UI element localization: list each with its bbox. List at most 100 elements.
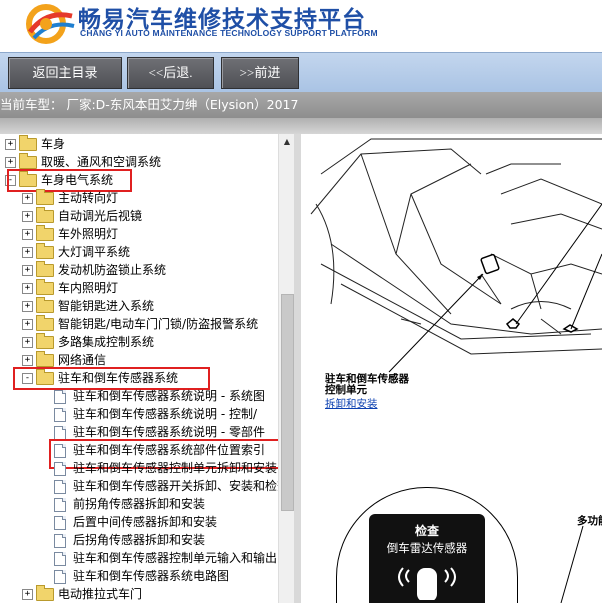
car-sensor-icon [398, 567, 456, 600]
tree-folder-item[interactable]: + 智能钥匙进入系统 [22, 297, 154, 315]
app-subtitle: CHANG YI AUTO MAINTENANCE TECHNOLOGY SUP… [80, 28, 378, 38]
expand-icon[interactable]: + [5, 157, 16, 168]
tree-item-label: 驻车和倒车传感器控制单元输入和输出 [73, 551, 278, 565]
control-unit-label: 驻车和倒车传感器 控制单元 [325, 374, 409, 396]
expand-icon[interactable]: + [22, 283, 33, 294]
tree-doc-item[interactable]: 后拐角传感器拆卸和安装 [54, 531, 205, 549]
expand-icon[interactable]: + [22, 337, 33, 348]
component-location-diagram: 驻车和倒车传感器 控制单元 拆卸和安装 多功能 检查 倒车雷达传感器 [301, 134, 602, 603]
expand-icon[interactable]: + [5, 139, 16, 150]
document-icon [54, 497, 66, 512]
tree-item-label: 车外照明灯 [58, 227, 119, 241]
tree-doc-item[interactable]: 驻车和倒车传感器控制单元输入和输出 [54, 549, 277, 567]
document-icon [54, 407, 66, 422]
tree-doc-item[interactable]: 驻车和倒车传感器系统说明 - 系统图 [54, 387, 265, 405]
folder-icon [36, 585, 54, 601]
tree-folder-item[interactable]: + 车外照明灯 [22, 225, 118, 243]
tree-folder-item[interactable]: + 自动调光后视镜 [22, 207, 142, 225]
document-icon [54, 551, 66, 566]
tree-folder-item[interactable]: + 大灯调平系统 [22, 243, 130, 261]
home-button[interactable]: 返回主目录 [8, 57, 122, 89]
tree-item-label: 后拐角传感器拆卸和安装 [73, 533, 206, 547]
tree-folder-item[interactable]: + 多路集成控制系统 [22, 333, 154, 351]
expand-icon[interactable]: + [22, 319, 33, 330]
expand-icon[interactable]: + [22, 265, 33, 276]
tree-folder-item[interactable]: + 车身 [5, 135, 65, 153]
forward-button[interactable]: >>前进 [221, 57, 299, 89]
tree-item-label: 发动机防盗锁止系统 [58, 263, 167, 277]
folder-icon [36, 279, 54, 295]
tree-scrollbar[interactable]: ▲ [278, 134, 295, 603]
tree-item-label: 主动转向灯 [58, 191, 119, 205]
tree-item-label: 驻车和倒车传感器控制单元拆卸和安装 [73, 461, 278, 475]
folder-icon [19, 135, 37, 151]
warning-title: 检查 [414, 524, 439, 538]
tree-item-label: 多路集成控制系统 [58, 335, 155, 349]
removal-installation-link[interactable]: 拆卸和安装 [325, 396, 378, 411]
folder-icon [36, 351, 54, 367]
warning-text: 倒车雷达传感器 [386, 541, 468, 555]
tree-item-label: 大灯调平系统 [58, 245, 131, 259]
panel-splitter[interactable] [294, 134, 301, 603]
expand-icon[interactable]: + [22, 193, 33, 204]
app-header: 畅易汽车维修技术支持平台 CHANG YI AUTO MAINTENANCE T… [0, 0, 602, 52]
tree-folder-item[interactable]: + 主动转向灯 [22, 189, 118, 207]
tree-item-label: 前拐角传感器拆卸和安装 [73, 497, 206, 511]
document-icon [54, 533, 66, 548]
multi-function-label: 多功能 [577, 515, 602, 527]
tree-item-label: 驻车和倒车传感器系统电路图 [73, 569, 230, 583]
tree-item-label: 自动调光后视镜 [58, 209, 143, 223]
expand-icon[interactable]: + [22, 211, 33, 222]
divider-strip [0, 118, 602, 134]
document-icon [54, 425, 66, 440]
folder-icon [36, 189, 54, 205]
tree-doc-item[interactable]: 驻车和倒车传感器系统电路图 [54, 567, 229, 585]
tree-item-label: 驻车和倒车传感器系统说明 - 系统图 [73, 389, 265, 403]
folder-icon [36, 225, 54, 241]
expand-icon[interactable]: + [22, 229, 33, 240]
control-unit-label-line2: 控制单元 [325, 384, 367, 396]
document-icon [54, 389, 66, 404]
tree-folder-item[interactable]: + 发动机防盗锁止系统 [22, 261, 166, 279]
tree-item-label: 驻车和倒车传感器开关拆卸、安装和检查 [73, 479, 278, 493]
expand-icon[interactable]: + [22, 355, 33, 366]
folder-icon [36, 207, 54, 223]
tree-item-label: 驻车和倒车传感器系统说明 - 零部件 [73, 425, 265, 439]
tree-item-label: 智能钥匙/电动车门门锁/防盗报警系统 [58, 317, 259, 331]
tree-item-label: 车内照明灯 [58, 281, 119, 295]
scroll-thumb[interactable] [281, 294, 294, 511]
tree-folder-item[interactable]: + 智能钥匙/电动车门门锁/防盗报警系统 [22, 315, 258, 333]
tree-doc-item[interactable]: 后置中间传感器拆卸和安装 [54, 513, 217, 531]
tree-item-label: 电动推拉式车门 [58, 587, 143, 601]
toolbar: 返回主目录 <<后退. >>前进 [0, 52, 602, 93]
folder-icon [19, 153, 37, 169]
folder-icon [36, 315, 54, 331]
tree-doc-item[interactable]: 驻车和倒车传感器系统说明 - 控制/ [54, 405, 257, 423]
document-icon [54, 461, 66, 476]
folder-icon [36, 297, 54, 313]
folder-icon [36, 333, 54, 349]
tree-doc-item[interactable]: 驻车和倒车传感器开关拆卸、安装和检查 [54, 477, 278, 495]
warning-display: 检查 倒车雷达传感器 [369, 514, 485, 603]
folder-icon [36, 243, 54, 259]
tree-doc-item[interactable]: 驻车和倒车传感器控制单元拆卸和安装 [54, 459, 277, 477]
tree-item-label: 取暖、通风和空调系统 [41, 155, 162, 169]
tree-item-label: 智能钥匙进入系统 [58, 299, 155, 313]
tree-doc-item[interactable]: 前拐角传感器拆卸和安装 [54, 495, 205, 513]
current-vehicle-bar: 当前车型： 厂家:D-东风本田艾力绅（Elysion）2017 [0, 92, 602, 118]
folder-icon [36, 261, 54, 277]
back-button[interactable]: <<后退. [127, 57, 214, 89]
scroll-up-arrow-icon[interactable]: ▲ [279, 134, 295, 150]
tree-item-label: 驻车和倒车传感器系统说明 - 控制/ [73, 407, 258, 421]
navigation-tree[interactable]: + 车身 + 取暖、通风和空调系统 - 车身电气系统 + 主动转向灯 + 自动调光后视镜 + 车外照明… [0, 134, 278, 603]
chang-yi-logo-icon [26, 4, 75, 44]
tree-item-label: 车身 [41, 137, 66, 151]
document-icon [54, 569, 66, 584]
expand-icon[interactable]: + [22, 247, 33, 258]
tree-item-label: 后置中间传感器拆卸和安装 [73, 515, 218, 529]
expand-icon[interactable]: + [22, 589, 33, 600]
tree-folder-item[interactable]: + 车内照明灯 [22, 279, 118, 297]
tree-folder-item[interactable]: + 电动推拉式车门 [22, 585, 142, 603]
expand-icon[interactable]: + [22, 301, 33, 312]
document-icon [54, 479, 66, 494]
